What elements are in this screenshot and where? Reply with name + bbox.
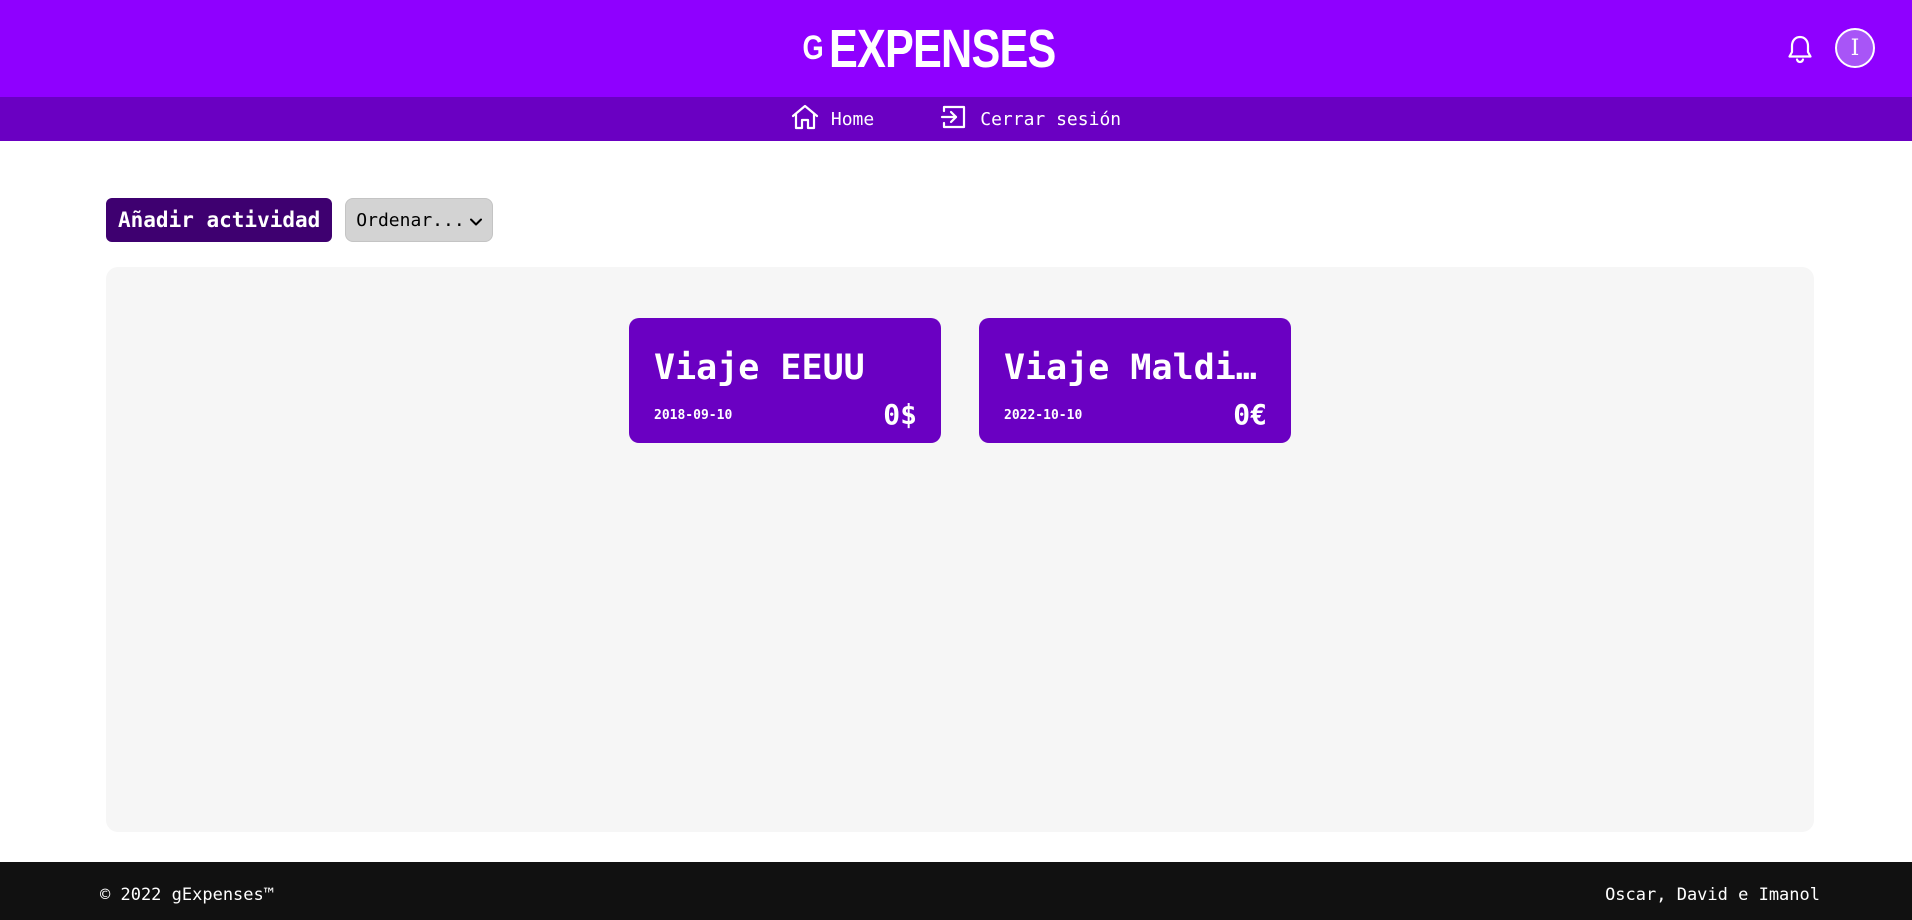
logo-prefix: G <box>802 29 823 67</box>
activity-toolbar: Añadir actividad Ordenar... <box>106 198 494 242</box>
nav-logout-link[interactable]: Cerrar sesión <box>940 104 1121 135</box>
nav-home-link[interactable]: Home <box>791 104 874 135</box>
nav-home-label: Home <box>830 108 875 130</box>
add-activity-button[interactable]: Añadir actividad <box>106 198 333 242</box>
main-nav: Home Cerrar sesión <box>0 97 1912 141</box>
footer-authors: Oscar, David e Imanol <box>1605 885 1820 905</box>
sort-dropdown[interactable]: Ordenar... <box>345 198 494 242</box>
bell-icon[interactable] <box>1786 33 1814 65</box>
activity-title: Viaje Maldiv… <box>1004 348 1274 388</box>
activity-amount: 0€ <box>1233 398 1267 431</box>
activity-date: 2022-10-10 <box>1004 408 1083 423</box>
app-logo[interactable]: G EXPENSES <box>0 0 1912 97</box>
nav-logout-label: Cerrar sesión <box>980 108 1122 130</box>
activity-card[interactable]: Viaje EEUU 2018-09-10 0$ <box>629 318 941 443</box>
activity-date: 2018-09-10 <box>654 408 733 423</box>
page-footer: © 2022 gExpenses™ Oscar, David e Imanol <box>0 862 1912 920</box>
activity-title: Viaje EEUU <box>654 348 865 388</box>
chevron-down-icon <box>470 210 483 231</box>
activities-board: Viaje EEUU 2018-09-10 0$ Viaje Maldiv… 2… <box>106 267 1814 832</box>
activity-card[interactable]: Viaje Maldiv… 2022-10-10 0€ <box>979 318 1291 443</box>
sort-dropdown-value: Ordenar... <box>356 209 465 231</box>
logo-wordmark: EXPENSES <box>829 18 1056 79</box>
activity-amount: 0$ <box>883 398 917 431</box>
top-header: G EXPENSES I <box>0 0 1912 97</box>
logout-icon <box>940 104 980 135</box>
user-avatar[interactable]: I <box>1835 28 1875 68</box>
home-icon <box>791 104 831 135</box>
footer-copyright: © 2022 gExpenses™ <box>100 885 274 905</box>
